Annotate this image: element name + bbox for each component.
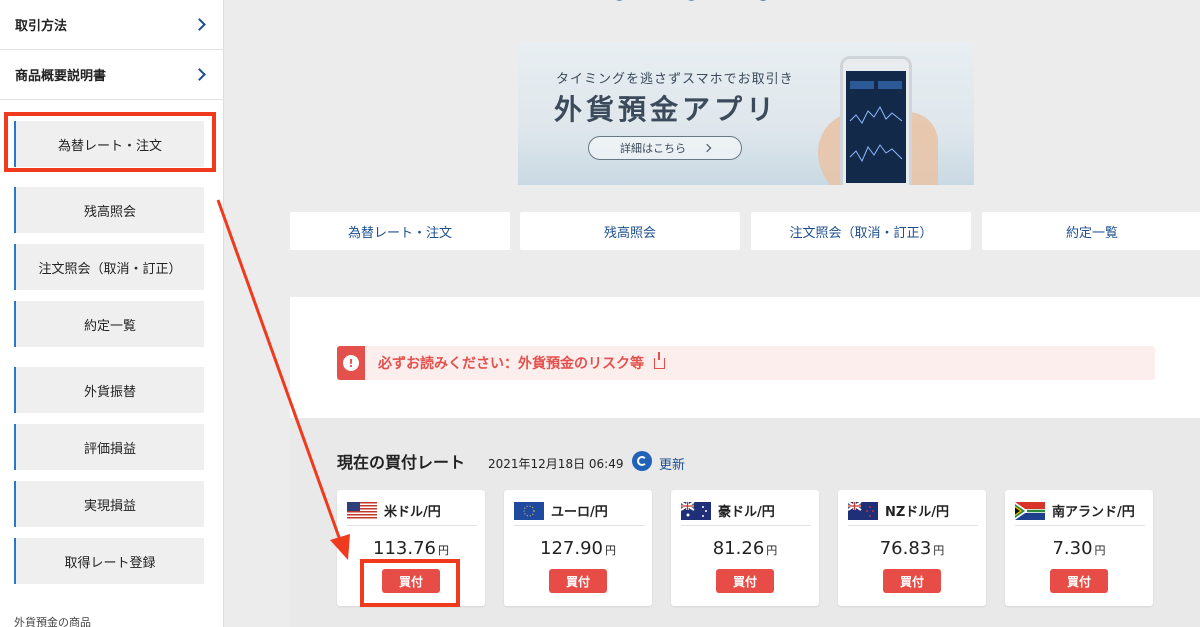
annotation-arrow <box>216 199 350 560</box>
